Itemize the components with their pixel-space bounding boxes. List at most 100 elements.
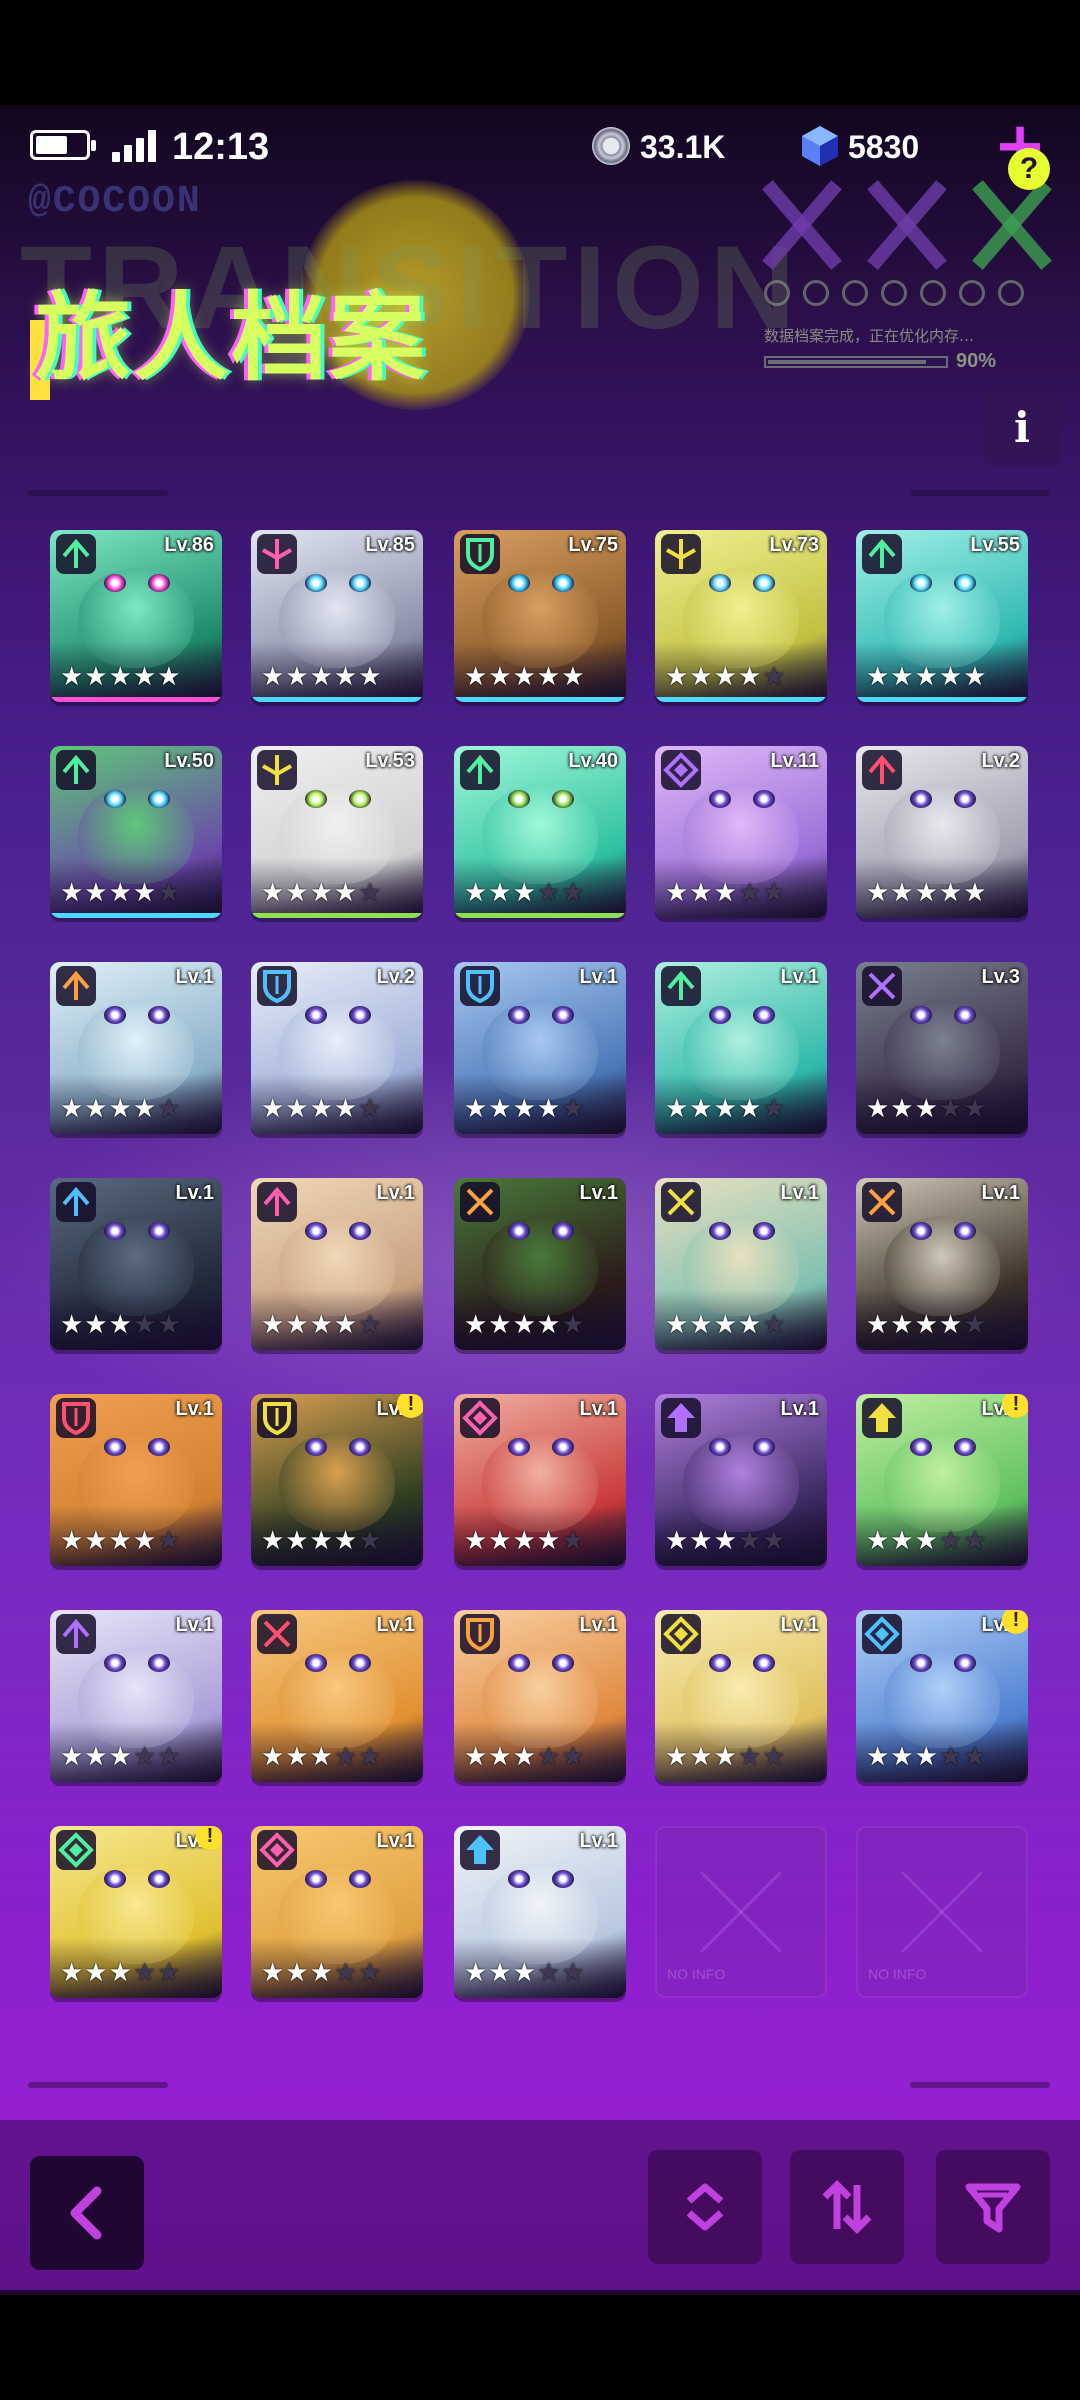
decorative-x-marks-icon	[762, 180, 1052, 270]
character-eye	[305, 1870, 327, 1888]
character-card[interactable]: Lv.86 ★★★★★	[50, 530, 222, 702]
character-eye	[910, 1654, 932, 1672]
back-button[interactable]	[30, 2156, 144, 2270]
character-card[interactable]: Lv.1 ★★★★★	[251, 1178, 423, 1350]
star-rating: ★★★★★	[261, 1094, 383, 1124]
character-card[interactable]: Lv.2 ★★★★★	[251, 962, 423, 1134]
orange-swords-role-icon	[460, 1182, 500, 1222]
character-card[interactable]: Lv.1 ★★★★★	[251, 1826, 423, 1998]
character-card[interactable]: Lv.1 ★★★★★	[655, 1178, 827, 1350]
character-card[interactable]: Lv.1 ★★★★★ !	[856, 1394, 1028, 1566]
character-card[interactable]: Lv.11 ★★★★★	[655, 746, 827, 918]
character-card[interactable]: Lv.1 ★★★★★	[454, 1394, 626, 1566]
character-card[interactable]: Lv.2 ★★★★★	[856, 746, 1028, 918]
character-level: Lv.1	[579, 1830, 618, 1852]
character-eye	[910, 790, 932, 808]
character-card[interactable]: Lv.53 ★★★★★	[251, 746, 423, 918]
star-rating: ★★★★★	[60, 1958, 182, 1988]
star-rating: ★★★★★	[665, 1526, 787, 1556]
character-card[interactable]: Lv.1 ★★★★★	[454, 1826, 626, 1998]
header-banner: @COCOON TRANSITION 旅人档案 数据档案完成，正在优化内存… 9…	[0, 180, 1080, 410]
coin-count: 33.1K	[640, 129, 726, 165]
character-eye	[552, 790, 574, 808]
character-eye	[709, 1438, 731, 1456]
character-card[interactable]: Lv.1 ★★★★★ !	[251, 1394, 423, 1566]
character-card[interactable]: Lv.1 ★★★★★	[50, 962, 222, 1134]
character-eye	[954, 1006, 976, 1024]
character-card[interactable]: Lv.1 ★★★★★ !	[856, 1610, 1028, 1782]
character-card[interactable]: Lv.1 ★★★★★	[50, 1610, 222, 1782]
no-info-label: NO INFO	[868, 1966, 927, 1982]
help-button[interactable]: ?	[1008, 148, 1050, 190]
card-underline	[454, 697, 626, 702]
character-eye	[349, 1222, 371, 1240]
character-card[interactable]: Lv.55 ★★★★★	[856, 530, 1028, 702]
star-rating: ★★★★★	[60, 1094, 182, 1124]
filter-button[interactable]	[936, 2150, 1050, 2264]
character-eye	[148, 1438, 170, 1456]
character-card[interactable]: Lv.75 ★★★★★	[454, 530, 626, 702]
character-eye	[753, 1006, 775, 1024]
character-card[interactable]: Lv.1 ★★★★★	[251, 1610, 423, 1782]
character-card[interactable]: Lv.3 ★★★★★	[856, 962, 1028, 1134]
character-eye	[305, 1654, 327, 1672]
character-card[interactable]: Lv.1 ★★★★★ !	[50, 1826, 222, 1998]
character-card[interactable]: Lv.1 ★★★★★	[655, 1394, 827, 1566]
star-rating: ★★★★★	[665, 878, 787, 908]
character-card[interactable]: Lv.85 ★★★★★	[251, 530, 423, 702]
character-eye	[552, 1654, 574, 1672]
character-eye	[709, 1006, 731, 1024]
character-eye	[910, 1222, 932, 1240]
star-rating: ★★★★★	[261, 662, 383, 692]
character-level: Lv.1	[376, 1614, 415, 1636]
character-level: Lv.1	[175, 1614, 214, 1636]
clock: 12:13	[172, 126, 270, 168]
star-rating: ★★★★★	[464, 878, 586, 908]
character-eye	[148, 1006, 170, 1024]
info-button[interactable]: i	[984, 390, 1060, 466]
battery-icon	[30, 130, 96, 160]
alert-badge-icon: !	[397, 1394, 423, 1418]
character-level: Lv.1	[780, 1182, 819, 1204]
alert-badge-icon: !	[1002, 1394, 1028, 1418]
loading-progress-bar	[764, 356, 948, 368]
star-rating: ★★★★★	[261, 878, 383, 908]
character-eye	[104, 1222, 126, 1240]
character-card[interactable]: Lv.40 ★★★★★	[454, 746, 626, 918]
chevron-left-icon	[70, 2186, 102, 2240]
character-eye	[709, 574, 731, 592]
character-card[interactable]: Lv.1 ★★★★★	[50, 1394, 222, 1566]
green-diamond-role-icon	[56, 1830, 96, 1870]
character-card[interactable]: Lv.50 ★★★★★	[50, 746, 222, 918]
character-card[interactable]: Lv.1 ★★★★★	[454, 1610, 626, 1782]
expand-collapse-button[interactable]	[648, 2150, 762, 2264]
sort-button[interactable]	[790, 2150, 904, 2264]
character-eye	[753, 790, 775, 808]
star-rating: ★★★★★	[60, 1526, 182, 1556]
character-eye	[910, 1438, 932, 1456]
character-eye	[508, 790, 530, 808]
star-rating: ★★★★★	[60, 1310, 182, 1340]
orange-arrow-role-icon	[56, 966, 96, 1006]
blue-arrow-up-role-icon	[460, 1830, 500, 1870]
character-level: Lv.1	[175, 1182, 214, 1204]
empty-slot: NO INFO	[856, 1826, 1028, 1998]
character-eye	[508, 574, 530, 592]
character-eye	[552, 574, 574, 592]
star-rating: ★★★★★	[464, 1310, 586, 1340]
character-eye	[753, 1222, 775, 1240]
character-card[interactable]: Lv.73 ★★★★★	[655, 530, 827, 702]
character-card[interactable]: Lv.1 ★★★★★	[454, 1178, 626, 1350]
character-card[interactable]: Lv.1 ★★★★★	[655, 1610, 827, 1782]
character-card[interactable]: Lv.1 ★★★★★	[856, 1178, 1028, 1350]
character-eye	[148, 1654, 170, 1672]
purple-arrow-up-role-icon	[661, 1398, 701, 1438]
star-rating: ★★★★★	[464, 1958, 586, 1988]
alert-badge-icon: !	[196, 1826, 222, 1850]
yellow-diamond-role-icon	[661, 1614, 701, 1654]
character-card[interactable]: Lv.1 ★★★★★	[50, 1178, 222, 1350]
alert-badge-icon: !	[1002, 1610, 1028, 1634]
character-card[interactable]: Lv.1 ★★★★★	[454, 962, 626, 1134]
character-eye	[104, 790, 126, 808]
character-card[interactable]: Lv.1 ★★★★★	[655, 962, 827, 1134]
